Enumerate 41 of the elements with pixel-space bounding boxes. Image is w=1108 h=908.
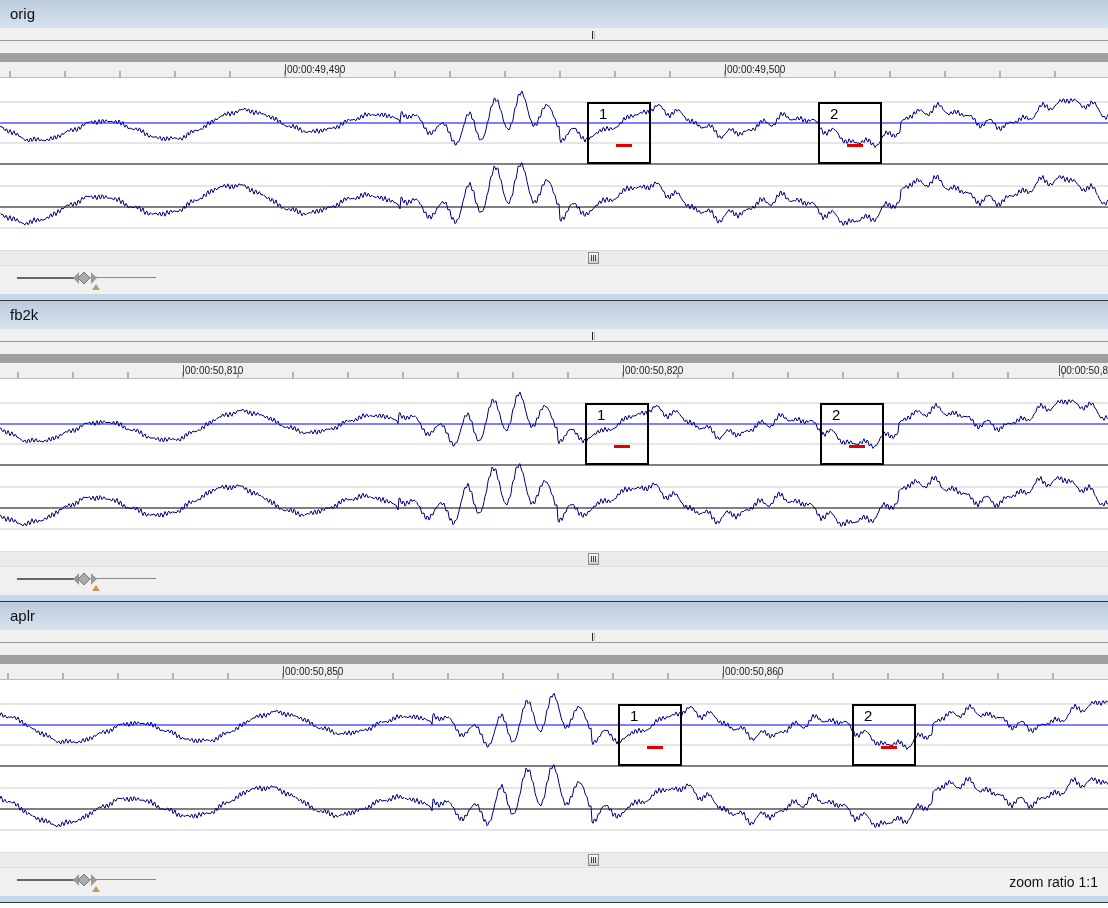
time-label: 00:00:50,860 xyxy=(723,666,784,677)
overview-strip[interactable] xyxy=(0,329,1108,342)
panel-title: fb2k xyxy=(10,304,39,325)
marker-dash xyxy=(647,746,663,749)
zoom-slider[interactable] xyxy=(17,871,156,893)
marker-dash xyxy=(881,746,897,749)
overview-strip[interactable] xyxy=(0,630,1108,643)
position-marker-icon xyxy=(592,633,595,641)
slider-thumb-icon[interactable] xyxy=(72,570,103,592)
scroll-bar[interactable] xyxy=(0,354,1108,363)
time-label: 00:00:50,8 xyxy=(1058,365,1108,376)
overview-strip[interactable] xyxy=(0,28,1108,41)
time-label: 00:00:49,490 xyxy=(285,64,346,75)
scroll-handle-icon[interactable] xyxy=(588,252,599,264)
marker-dash xyxy=(847,144,863,147)
marker-dash xyxy=(849,445,865,448)
marker-label: 2 xyxy=(864,707,873,724)
time-label: 00:00:50,820 xyxy=(623,365,684,376)
panel-title: orig xyxy=(10,3,35,24)
marker-dash xyxy=(616,144,632,147)
marker-dash xyxy=(614,445,630,448)
marker-label: 2 xyxy=(832,406,841,423)
position-marker-icon xyxy=(592,31,595,39)
time-label: 00:00:50,850 xyxy=(283,666,344,677)
zoom-ratio-text: zoom ratio 1:1 xyxy=(1009,872,1098,892)
marker-label: 1 xyxy=(599,105,608,122)
panel-title: aplr xyxy=(10,605,35,626)
marker-label: 2 xyxy=(830,105,839,122)
marker-label: 1 xyxy=(630,707,639,724)
zoom-slider[interactable] xyxy=(17,269,156,291)
scroll-handle-icon[interactable] xyxy=(588,854,599,866)
time-label: 00:00:50,810 xyxy=(183,365,244,376)
marker-label: 1 xyxy=(597,406,606,423)
scroll-bar[interactable] xyxy=(0,655,1108,664)
scroll-handle-icon[interactable] xyxy=(588,553,599,565)
slider-thumb-icon[interactable] xyxy=(72,871,103,893)
zoom-slider[interactable] xyxy=(17,570,156,592)
position-marker-icon xyxy=(592,332,595,340)
scroll-bar[interactable] xyxy=(0,53,1108,62)
slider-thumb-icon[interactable] xyxy=(72,269,103,291)
time-label: 00:00:49,500 xyxy=(725,64,786,75)
